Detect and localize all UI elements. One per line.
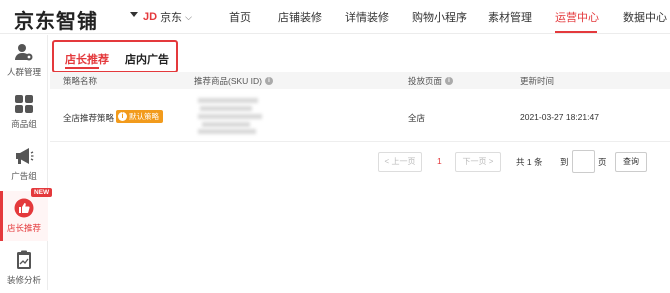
nav-store-decoration[interactable]: 店铺装修 <box>278 9 322 25</box>
new-badge: NEW <box>31 188 53 197</box>
store-name: 京东 <box>160 12 183 24</box>
target-page: 全店 <box>408 113 426 123</box>
sidebar-item-label: 人群管理 <box>6 67 41 77</box>
info-icon[interactable]: i <box>265 77 274 85</box>
column-header-sku: 推荐商品(SKU ID) i <box>194 75 274 87</box>
tab-bar: 店长推荐 店内广告 <box>52 40 178 73</box>
chevron-down-icon: ⌵ <box>185 11 192 22</box>
current-page[interactable]: 1 <box>437 156 442 166</box>
sidebar-item-ad-group[interactable]: 广告组 <box>0 139 48 189</box>
nav-detail-decoration[interactable]: 详情装修 <box>345 9 389 25</box>
thumbs-up-icon <box>14 198 34 218</box>
sidebar-item-label: 商品组 <box>11 119 37 129</box>
sidebar-item-product-group[interactable]: 商品组 <box>0 87 48 137</box>
table-header: 策略名称 推荐商品(SKU ID) i 投放页面 i 更新时间 <box>50 72 670 89</box>
strategy-name: 全店推荐策略 <box>63 113 115 123</box>
info-icon[interactable]: i <box>445 77 454 85</box>
nav-operations-center[interactable]: 运营中心 <box>555 9 599 25</box>
table-row[interactable]: 全店推荐策略 i 默认策略 全店 2021-03-27 18:21:47 <box>50 90 670 142</box>
update-time: 2021-03-27 18:21:47 <box>520 112 599 122</box>
megaphone-icon <box>16 148 34 164</box>
nav-active-indicator <box>555 31 597 33</box>
top-bar: 京东智铺 JD 京东 ⌵ 首页 店铺装修 详情装修 购物小程序 素材管理 运营中… <box>0 0 670 34</box>
query-button[interactable]: 查询 <box>615 152 647 172</box>
sidebar-item-manager-recommend[interactable]: NEW 店长推荐 <box>0 188 53 241</box>
logo-dropdown-icon[interactable] <box>130 12 138 17</box>
next-page-button[interactable]: 下一页 > <box>455 152 501 172</box>
nav-mini-program[interactable]: 购物小程序 <box>412 9 467 25</box>
nav-material-management[interactable]: 素材管理 <box>488 9 532 25</box>
user-gear-icon <box>15 44 33 61</box>
goto-label: 到 <box>560 157 569 167</box>
column-header-strategy: 策略名称 <box>63 76 98 86</box>
sidebar-item-decoration-analysis[interactable]: 装修分析 <box>0 243 48 293</box>
app-logo[interactable]: 京东智铺 <box>14 5 98 34</box>
jd-brand-mark: JD <box>143 11 158 23</box>
total-count: 共 1 条 <box>516 157 543 167</box>
column-header-updated: 更新时间 <box>520 76 555 86</box>
tab-active-indicator <box>65 67 99 69</box>
prev-page-button[interactable]: < 上一页 <box>378 152 422 172</box>
nav-home[interactable]: 首页 <box>229 9 251 25</box>
sku-list-blurred <box>198 98 264 134</box>
sidebar: 人群管理 商品组 广告组 NEW 店长推荐 装修分析 <box>0 35 53 293</box>
clipboard-chart-icon <box>17 250 31 269</box>
sidebar-item-label: 广告组 <box>11 171 37 181</box>
sidebar-item-audience[interactable]: 人群管理 <box>0 35 48 85</box>
tab-manager-recommend[interactable]: 店长推荐 <box>65 51 109 67</box>
nav-data-center[interactable]: 数据中心 <box>623 9 667 25</box>
column-header-page: 投放页面 i <box>408 75 454 87</box>
goto-suffix: 页 <box>598 157 607 167</box>
sidebar-item-label: 装修分析 <box>6 275 41 285</box>
store-switcher[interactable]: JD 京东 ⌵ <box>143 9 192 25</box>
tab-in-store-ads[interactable]: 店内广告 <box>125 51 169 67</box>
sidebar-item-label: 店长推荐 <box>6 223 41 233</box>
info-icon: i <box>118 112 127 121</box>
default-strategy-badge: i 默认策略 <box>116 110 163 123</box>
grid-icon <box>15 95 33 113</box>
page-number-input[interactable] <box>572 150 595 173</box>
